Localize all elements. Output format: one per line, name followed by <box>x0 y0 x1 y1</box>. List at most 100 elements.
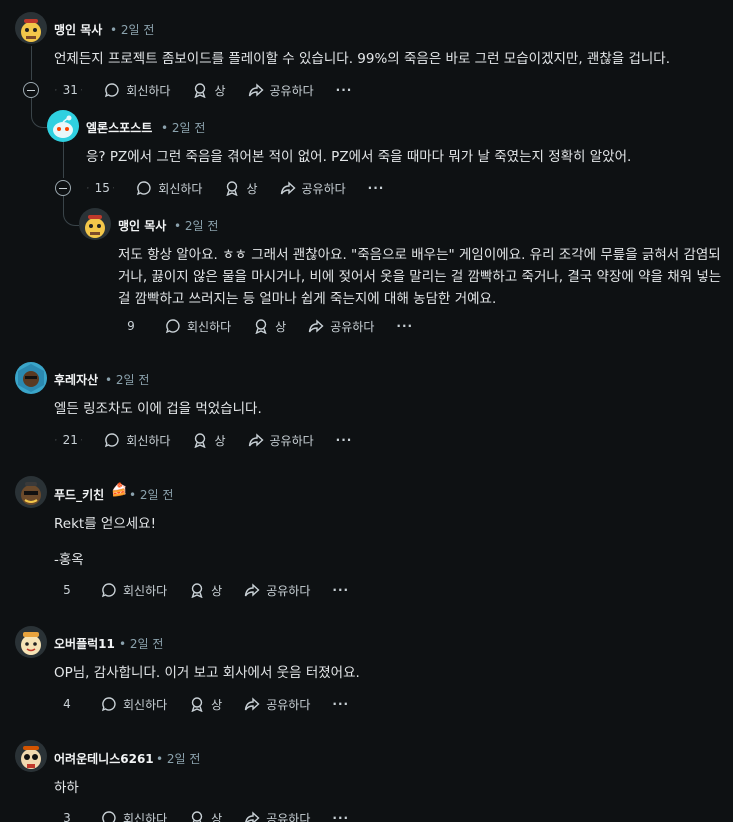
award-button[interactable]: 상 <box>253 318 286 335</box>
comment-line: 응? PZ에서 그런 죽음을 겪어본 적이 없어. PZ에서 죽을 때마다 뭐가… <box>86 149 632 165</box>
reply-label: 회신하다 <box>126 433 171 448</box>
comment-timestamp: • 2일 전 <box>129 488 174 502</box>
share-button[interactable]: 공유하다 <box>280 180 346 197</box>
share-button[interactable]: 공유하다 <box>244 582 310 599</box>
comment-body: 하하 <box>54 777 79 799</box>
comment-actions: 5 회신하다 상 공유하다 ··· <box>55 578 349 602</box>
more-options-button[interactable]: ··· <box>336 433 353 447</box>
award-icon <box>191 697 203 712</box>
upvote-icon[interactable] <box>87 187 89 189</box>
award-button[interactable]: 상 <box>224 180 258 197</box>
avatar[interactable] <box>15 626 47 658</box>
reply-label: 회신하다 <box>187 319 232 334</box>
comment-icon <box>102 811 116 822</box>
vote-group: 21 <box>55 433 83 447</box>
share-label: 공유하다 <box>266 583 311 598</box>
comment-line: 걸 깜빡하고 쓰러지는 등 얼마나 쉽게 죽는지에 대해 농담한 거예요. <box>118 291 497 307</box>
comment-body: 엘든 링조차도 이에 겁을 먹었습니다. <box>54 398 262 420</box>
comment-line <box>54 535 156 549</box>
comment-timestamp: • 2일 전 <box>105 373 150 387</box>
avatar[interactable] <box>79 208 111 240</box>
award-label: 상 <box>211 583 223 598</box>
share-label: 공유하다 <box>266 697 311 712</box>
avatar[interactable] <box>15 12 47 44</box>
reply-button[interactable]: 회신하다 <box>136 180 202 197</box>
comment-actions: 15 회신하다 상 공유하다 ··· <box>87 176 384 200</box>
vote-count: 9 <box>127 319 135 333</box>
share-button[interactable]: 공유하다 <box>248 82 314 99</box>
downvote-icon[interactable] <box>112 187 115 189</box>
comment-author[interactable]: 맹인 목사 <box>54 21 102 38</box>
avatar[interactable] <box>15 476 47 508</box>
award-button[interactable]: 상 <box>189 810 222 822</box>
avatar[interactable] <box>15 362 47 394</box>
award-button[interactable]: 상 <box>189 582 222 599</box>
comment-timestamp: • 2일 전 <box>119 637 164 651</box>
comment-line: -홍옥 <box>54 552 84 568</box>
thread-line <box>63 142 64 178</box>
comment-icon <box>101 697 116 712</box>
vote-count: 3 <box>63 811 71 822</box>
comment-author[interactable]: 후레자산 <box>54 371 98 388</box>
share-label: 공유하다 <box>301 181 346 196</box>
more-options-button[interactable]: ··· <box>336 83 353 97</box>
share-icon <box>248 83 264 97</box>
award-label: 상 <box>211 811 223 822</box>
reply-button[interactable]: 회신하다 <box>104 432 170 449</box>
comment-icon <box>105 433 119 448</box>
share-button[interactable]: 공유하다 <box>308 318 374 335</box>
reply-button[interactable]: 회신하다 <box>101 696 167 713</box>
more-options-button[interactable]: ··· <box>368 181 385 195</box>
share-icon <box>245 583 260 597</box>
award-button[interactable]: 상 <box>192 432 226 449</box>
comment-author[interactable]: 오버플럭11 <box>54 635 115 652</box>
share-icon <box>280 181 296 195</box>
share-button[interactable]: 공유하다 <box>244 696 310 713</box>
comment-author[interactable]: 어려운테니스6261 <box>54 750 154 767</box>
more-options-button[interactable]: ··· <box>332 811 349 822</box>
reply-button[interactable]: 회신하다 <box>165 318 231 335</box>
comment-actions: 4 회신하다 상 공유하다 ··· <box>55 692 349 716</box>
comment-body: 저도 항상 알아요. ㅎㅎ 그래서 괜찮아요. "죽음으로 배우는" 게임이에요… <box>118 244 730 310</box>
collapse-thread-button[interactable] <box>55 180 71 196</box>
reply-label: 회신하다 <box>123 583 168 598</box>
downvote-icon[interactable] <box>80 89 83 91</box>
downvote-icon[interactable] <box>80 439 83 441</box>
more-options-button[interactable]: ··· <box>332 583 349 597</box>
reply-label: 회신하다 <box>158 181 203 196</box>
share-icon <box>245 811 260 822</box>
more-options-button[interactable]: ··· <box>332 697 349 711</box>
upvote-icon[interactable] <box>55 439 57 441</box>
award-button[interactable]: 상 <box>189 696 222 713</box>
comment-author[interactable]: 맹인 목사 <box>118 217 166 234</box>
reply-button[interactable]: 회신하다 <box>101 810 167 822</box>
award-icon <box>255 319 267 334</box>
vote-group: 3 <box>55 811 79 822</box>
award-button[interactable]: 상 <box>192 82 226 99</box>
reply-button[interactable]: 회신하다 <box>104 82 170 99</box>
award-icon <box>194 433 207 448</box>
upvote-icon[interactable] <box>55 89 57 91</box>
comment-body: Rekt를 얻으세요! -홍옥 <box>54 513 156 571</box>
share-button[interactable]: 공유하다 <box>244 810 310 822</box>
share-icon <box>245 697 260 711</box>
award-icon <box>226 181 239 196</box>
share-label: 공유하다 <box>330 319 375 334</box>
share-button[interactable]: 공유하다 <box>248 432 314 449</box>
comment-author[interactable]: 엘론스포스트 <box>86 119 152 136</box>
vote-count: 21 <box>62 433 78 447</box>
avatar[interactable] <box>47 110 79 142</box>
comment-author[interactable]: 푸드_키친 <box>54 486 104 503</box>
comment-actions: 31 회신하다 상 공유하다 ··· <box>55 78 352 102</box>
comment-actions: 21 회신하다 상 공유하다 ··· <box>55 428 352 452</box>
collapse-thread-button[interactable] <box>23 82 39 98</box>
comment-line: 언제든지 프로젝트 좀보이드를 플레이할 수 있습니다. 99%의 죽음은 바로… <box>54 51 671 67</box>
thread-elbow <box>63 196 79 226</box>
award-icon <box>191 811 203 822</box>
vote-group: 9 <box>119 319 143 333</box>
avatar[interactable] <box>15 740 47 772</box>
reply-button[interactable]: 회신하다 <box>101 582 167 599</box>
more-options-button[interactable]: ··· <box>396 319 413 333</box>
share-label: 공유하다 <box>266 811 311 822</box>
share-label: 공유하다 <box>269 83 314 98</box>
